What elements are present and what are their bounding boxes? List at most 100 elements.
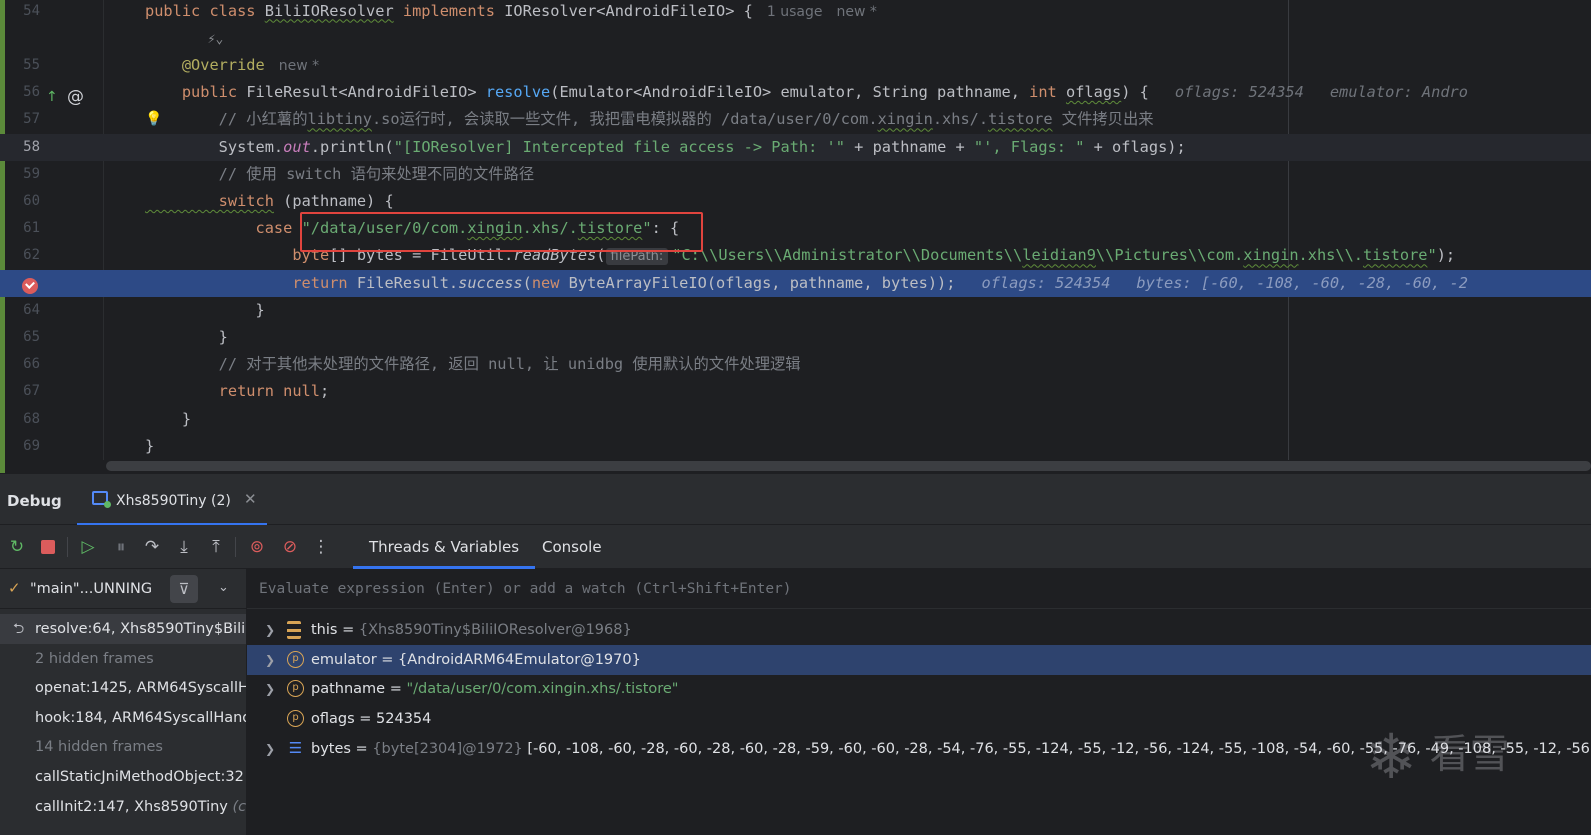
step-out-icon[interactable]: ⤒ [205,536,227,558]
line-number[interactable]: 60 [10,188,40,215]
more-icon[interactable]: ⋮ [310,536,332,558]
code-token: out [283,137,311,156]
code-text[interactable]: // 对于其他未处理的文件路径, 返回 null, 让 unidbg 使用默认的… [145,351,801,378]
line-number[interactable]: 69 [10,433,40,460]
chevron-right-icon[interactable]: ❯ [265,615,275,645]
code-line[interactable]: 54 public class BiliIOResolver implements… [0,0,1591,25]
code-text[interactable]: } [145,406,191,433]
code-line[interactable]: 64 } [0,297,1591,324]
code-token: System. [145,137,284,156]
code-line[interactable]: 62 byte[] bytes = FileUtil.readBytes(fil… [0,242,1591,269]
code-line[interactable]: 66 // 对于其他未处理的文件路径, 返回 null, 让 unidbg 使用… [0,351,1591,378]
inlay-hint[interactable]: new * [279,58,319,74]
code-line[interactable]: 58 System.out.println("[IOResolver] Inte… [0,133,1591,161]
code-line[interactable]: 56 public FileResult<AndroidFileIO> reso… [0,79,1591,106]
code-text[interactable]: // 使用 switch 语句来处理不同的文件路径 [145,161,534,188]
code-line[interactable]: 68 } [0,406,1591,433]
lightbulb-icon[interactable]: 💡 [145,106,162,133]
horizontal-scrollbar[interactable] [106,461,1591,471]
view-breakpoints-icon[interactable]: ⊚ [246,536,268,558]
rerun-icon[interactable]: ↻ [6,536,28,558]
at-icon[interactable]: @ [67,84,84,111]
stop-icon[interactable] [37,536,59,558]
code-text[interactable]: } [145,433,154,460]
code-text[interactable]: return null; [145,378,330,405]
tab-threads-variables[interactable]: Threads & Variables [353,525,536,569]
step-into-icon[interactable]: ⤓ [173,536,195,558]
code-text[interactable]: switch (pathname) { [145,188,394,215]
chevron-right-icon[interactable]: ❯ [265,674,275,704]
code-text[interactable]: } [145,324,228,351]
line-number[interactable]: 54 [10,0,40,25]
line-number[interactable]: 57 [10,106,40,133]
code-text[interactable]: System.out.println("[IOResolver] Interce… [145,134,1186,161]
code-text[interactable]: } [145,297,265,324]
code-text[interactable]: @Override new * [145,52,319,79]
parameter-icon: p [287,710,304,728]
code-line[interactable]: 63 return FileResult.success(new ByteArr… [0,269,1591,297]
code-token: "C:\\Users\\Administrator\\Documents\\ [672,246,1023,265]
chevron-right-icon[interactable]: ❯ [265,645,275,675]
code-text[interactable]: public FileResult<AndroidFileIO> resolve… [145,79,1468,106]
line-number[interactable]: 68 [10,406,40,433]
stack-frame[interactable]: callInit2:147, Xhs8590Tiny (co [0,792,246,822]
parameter-icon: p [287,680,304,698]
frame-label: resolve:64, Xhs8590Tiny$BiliIOResolver [35,621,246,637]
ai-action-icon[interactable]: ⚡⌄ [145,32,224,47]
breakpoint-icon[interactable] [22,278,38,294]
variable-text: pathname = "/data/user/0/com.xingin.xhs/… [311,674,678,704]
code-line[interactable]: 55 @Override new * [0,52,1591,79]
override-up-arrow-icon[interactable]: ↑ [46,84,58,111]
thread-selector[interactable]: ✓ "main"...UNNING ⊽ ⌄ [0,569,246,609]
line-number[interactable]: 61 [10,215,40,242]
inlay-hint[interactable]: 1 usage [767,4,823,20]
inlay-hint[interactable]: new * [836,4,876,20]
line-number[interactable]: 58 [10,134,40,161]
line-number[interactable]: 67 [10,378,40,405]
code-line[interactable]: 57 // 小红薯的libtiny.so运行时, 会读取一些文件, 我把雷电模拟… [0,106,1591,133]
variable-row[interactable]: ❯ p emulator = {AndroidARM64Emulator@1970} [247,644,1591,675]
stack-frame[interactable]: hook:184, ARM64SyscallHandler [0,703,246,733]
tab-console[interactable]: Console [526,525,618,569]
code-line[interactable]: ⚡⌄ [0,25,1591,52]
line-number[interactable]: 55 [10,52,40,79]
mute-breakpoints-icon[interactable]: ⊘ [279,536,301,558]
code-token: xingin [877,110,933,129]
filter-icon[interactable]: ⊽ [170,575,198,603]
chevron-right-icon[interactable]: ❯ [265,734,275,764]
line-number[interactable]: 64 [10,297,40,324]
variable-row[interactable]: ❯ this = {Xhs8590Tiny$BiliIOResolver@1968… [247,615,1591,645]
code-text[interactable]: return FileResult.success(new ByteArrayF… [145,270,1468,297]
code-line[interactable]: 67 return null; [0,378,1591,405]
line-number[interactable]: 62 [10,242,40,269]
stack-frame[interactable]: openat:1425, ARM64SyscallHandler [0,673,246,703]
code-text[interactable]: public class BiliIOResolver implements I… [145,0,877,25]
resume-icon[interactable]: ▷ [77,536,99,558]
code-token: xingin [1243,246,1299,265]
close-icon[interactable]: ✕ [244,490,257,508]
step-over-icon[interactable]: ↷ [141,536,163,558]
line-number[interactable]: 59 [10,161,40,188]
stack-frame[interactable]: ⮌ resolve:64, Xhs8590Tiny$BiliIOResolver [0,614,246,644]
code-token: } [145,436,155,455]
pause-icon[interactable]: ⏸ [110,536,132,558]
variable-row[interactable]: ❯ p pathname = "/data/user/0/com.xingin.xh… [247,674,1591,704]
code-line[interactable]: 59 // 使用 switch 语句来处理不同的文件路径 [0,161,1591,188]
evaluate-expression-input[interactable] [247,569,1591,609]
line-number[interactable]: 65 [10,324,40,351]
session-tab[interactable]: Xhs8590Tiny (2) ✕ [77,474,267,526]
stack-frame[interactable]: callStaticJniMethodObject:32 [0,762,246,792]
line-number[interactable]: 56 [10,79,40,106]
code-line[interactable]: 65 } [0,324,1591,351]
debug-toolbar: ↻ ▷ ⏸ ↷ ⤓ ⤒ ⊚ ⊘ ⋮ Threads & Variables Co… [0,525,1591,569]
hidden-frames-item[interactable]: 14 hidden frames [0,732,246,762]
code-text[interactable]: // 小红薯的libtiny.so运行时, 会读取一些文件, 我把雷电模拟器的 … [145,106,1154,133]
code-text[interactable]: ⚡⌄ [145,25,224,53]
code-line[interactable]: 69} [0,433,1591,460]
code-line[interactable]: 61 case "/data/user/0/com.xingin.xhs/.ti… [0,215,1591,242]
code-editor[interactable]: 54 public class BiliIOResolver implements… [0,0,1591,473]
chevron-down-icon[interactable]: ⌄ [218,580,229,595]
line-number[interactable]: 66 [10,351,40,378]
code-line[interactable]: 60 switch (pathname) { [0,188,1591,215]
hidden-frames-item[interactable]: 2 hidden frames [0,644,246,674]
